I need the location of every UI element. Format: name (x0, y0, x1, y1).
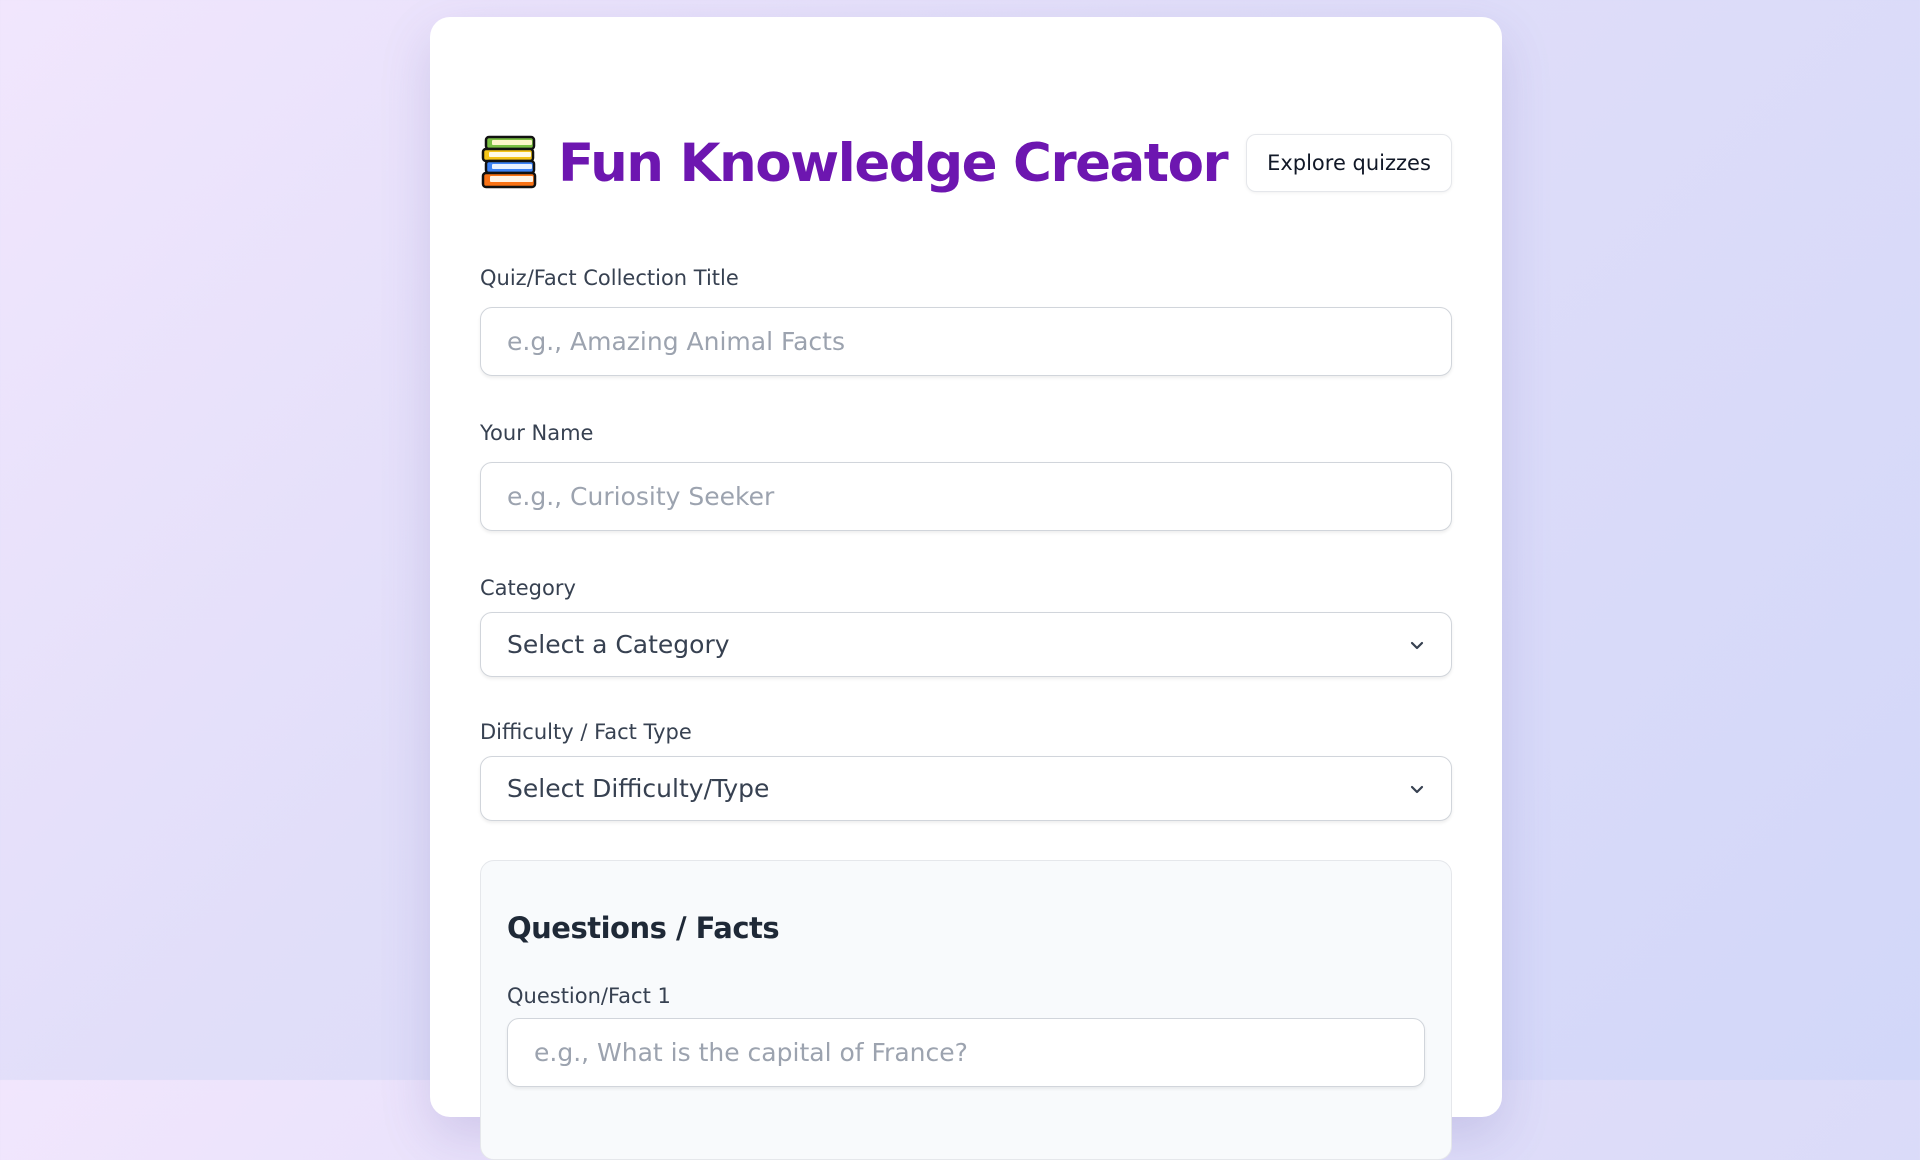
collection-title-input[interactable] (480, 307, 1452, 376)
page-title: Fun Knowledge Creator (558, 132, 1229, 194)
difficulty-label: Difficulty / Fact Type (480, 720, 692, 744)
books-icon (481, 135, 537, 189)
category-selected-value: Select a Category (507, 630, 730, 659)
difficulty-selected-value: Select Difficulty/Type (507, 774, 770, 803)
question-1-input[interactable] (507, 1018, 1425, 1087)
chevron-down-icon (1410, 785, 1424, 793)
category-select[interactable]: Select a Category (480, 612, 1452, 677)
question-1-label: Question/Fact 1 (507, 984, 671, 1008)
your-name-input[interactable] (480, 462, 1452, 531)
title-group: Fun Knowledge Creator (480, 132, 1229, 194)
header: Fun Knowledge Creator Explore quizzes (480, 127, 1452, 199)
questions-section: Questions / Facts Question/Fact 1 (480, 860, 1452, 1160)
explore-quizzes-button[interactable]: Explore quizzes (1246, 134, 1452, 192)
creator-card: Fun Knowledge Creator Explore quizzes Qu… (430, 17, 1502, 1160)
category-label: Category (480, 576, 576, 600)
difficulty-select[interactable]: Select Difficulty/Type (480, 756, 1452, 821)
name-field-label: Your Name (480, 421, 594, 445)
chevron-down-icon (1410, 641, 1424, 649)
questions-heading: Questions / Facts (507, 911, 780, 945)
title-field-label: Quiz/Fact Collection Title (480, 266, 739, 290)
